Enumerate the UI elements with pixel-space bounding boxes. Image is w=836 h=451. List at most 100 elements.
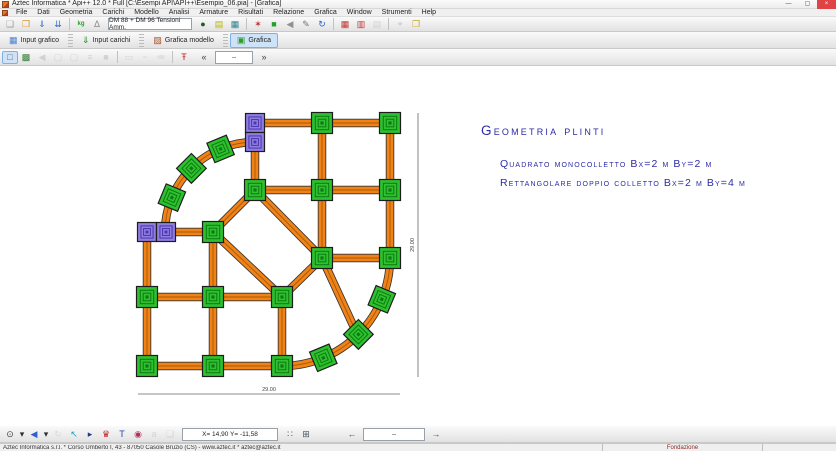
close-button[interactable]: × [817, 0, 836, 9]
next-view-button[interactable]: » [256, 51, 272, 64]
plinth[interactable] [203, 356, 224, 377]
previous-view-button[interactable]: ◀ [26, 428, 42, 441]
plinth[interactable] [246, 114, 265, 133]
menu-window[interactable]: Window [342, 9, 377, 17]
menu-help[interactable]: Help [417, 9, 441, 17]
plinth[interactable] [246, 133, 265, 152]
menu-dati[interactable]: Dati [32, 9, 54, 17]
fly-icon: ▸ [88, 430, 93, 439]
save-file-button[interactable]: ⇓ [34, 18, 50, 31]
menu-relazione[interactable]: Relazione [268, 9, 309, 17]
grid-mode-button[interactable]: ⊞ [298, 428, 314, 441]
save-all-icon: ⇊ [54, 20, 62, 29]
drawing-canvas[interactable]: 29.0029.00 Geometria plinti Quadrato mon… [0, 66, 836, 426]
edit-grid-button[interactable]: ✎ [298, 18, 314, 31]
plinth[interactable] [312, 180, 333, 201]
menu-file[interactable]: File [11, 9, 32, 17]
save-all-button[interactable]: ⇊ [50, 18, 66, 31]
menu-geometria[interactable]: Geometria [55, 9, 98, 17]
norm-selector[interactable]: DM 88 + DM 96 Tensioni Amm. [108, 18, 192, 30]
material-colors-icon: ● [200, 20, 205, 29]
plinth[interactable] [138, 223, 157, 242]
plinth[interactable] [272, 356, 293, 377]
view-legend-icon: ▩ [22, 53, 31, 62]
select-square-button[interactable]: □ [2, 51, 18, 64]
print-area-button: ❏ [162, 428, 178, 441]
toolbar-separator [172, 51, 173, 63]
norms-button[interactable]: Δ [89, 18, 105, 31]
rebar-list-button[interactable]: ▥ [353, 18, 369, 31]
plinth[interactable] [203, 222, 224, 243]
menu-carichi[interactable]: Carichi [97, 9, 129, 17]
company-info: Aztec Informatica s.r.l. * Corso Umberto… [0, 445, 602, 451]
tab-input-grafico[interactable]: ▦Input grafico [2, 33, 66, 48]
menu-risultati[interactable]: Risultati [233, 9, 268, 17]
foundation-plan-drawing: 29.0029.00 [0, 66, 836, 426]
sphere-button[interactable]: ◉ [130, 428, 146, 441]
mesh-colors-button[interactable]: ▦ [227, 18, 243, 31]
fly-button[interactable]: ▸ [82, 428, 98, 441]
toolbar-main: ❏❒⇓⇊kgΔ DM 88 + DM 96 Tensioni Amm. ●▤▦✶… [0, 17, 836, 32]
label-icon: a [151, 430, 156, 439]
crown-button[interactable]: ♛ [98, 428, 114, 441]
plinth[interactable] [207, 135, 234, 162]
input-grafico-icon: ▦ [9, 36, 18, 45]
plinth[interactable] [157, 223, 176, 242]
menu-armature[interactable]: Armature [194, 9, 233, 17]
maximize-button[interactable]: ▢ [798, 0, 817, 9]
menu-strumenti[interactable]: Strumenti [377, 9, 417, 17]
view-selector[interactable]: -- [215, 51, 253, 64]
new-file-button[interactable]: ❏ [2, 18, 18, 31]
plinth[interactable] [158, 184, 185, 211]
zoom-button[interactable]: ⊙ [2, 428, 18, 441]
element-selector[interactable]: -- [363, 428, 425, 441]
plinth[interactable] [380, 113, 401, 134]
plinth[interactable] [137, 287, 158, 308]
menu-grafica[interactable]: Grafica [309, 9, 342, 17]
tab-grafica[interactable]: ▣Grafica [230, 33, 278, 48]
plinth[interactable] [203, 287, 224, 308]
zoom-icon: ⊙ [6, 430, 14, 439]
next-plinth-button[interactable]: → [428, 428, 444, 441]
select-square-icon: □ [7, 53, 12, 62]
plinth-spec-square: Quadrato monocolletto Bx=2 m By=2 m [500, 158, 712, 170]
plinth[interactable] [312, 248, 333, 269]
notes-button[interactable]: ❐ [408, 18, 424, 31]
prev-plinth-button[interactable]: ← [344, 428, 360, 441]
plinth[interactable] [380, 180, 401, 201]
view-legend-button[interactable]: ▩ [18, 51, 34, 64]
previous-view-arrow-icon: ▾ [44, 430, 49, 439]
tab-input-carichi[interactable]: ⇓Input carichi [75, 33, 137, 48]
previous-view-arrow-button[interactable]: ▾ [42, 428, 50, 441]
plinth[interactable] [272, 287, 293, 308]
plinth-symbol-button[interactable]: Ŧ [176, 51, 192, 64]
prev-view-button[interactable]: « [196, 51, 212, 64]
plinth[interactable] [310, 344, 337, 371]
sound-button[interactable]: ◀ [282, 18, 298, 31]
layer-colors-button[interactable]: ▤ [211, 18, 227, 31]
units-button[interactable]: kg [73, 18, 89, 31]
refresh-view-button[interactable]: ↻ [314, 18, 330, 31]
rebar-table-button[interactable]: ▦ [337, 18, 353, 31]
annotation-button: ≔ [153, 51, 169, 64]
coords-mode-button[interactable]: ∷ [282, 428, 298, 441]
plinth-view-button[interactable]: ■ [266, 18, 282, 31]
print-area-icon: ❏ [166, 430, 174, 439]
plinth[interactable] [368, 286, 395, 313]
plinth[interactable] [380, 248, 401, 269]
zoom-menu-arrow-button[interactable]: ▾ [18, 428, 26, 441]
text-tool-button[interactable]: T [114, 428, 130, 441]
dynamic-pan-button[interactable]: ↖ [66, 428, 82, 441]
plinth[interactable] [312, 113, 333, 134]
minimize-button[interactable]: — [779, 0, 798, 9]
label-button: a [146, 428, 162, 441]
plinth[interactable] [245, 180, 266, 201]
window-title: Aztec Informatica * Api++ 12.0 * Full [C… [12, 0, 281, 8]
menu-analisi[interactable]: Analisi [164, 9, 195, 17]
material-colors-button[interactable]: ● [195, 18, 211, 31]
menu-modello[interactable]: Modello [129, 9, 164, 17]
tab-grafica-modello[interactable]: ▨Grafica modello [146, 33, 221, 48]
find-button[interactable]: ✶ [250, 18, 266, 31]
plinth[interactable] [137, 356, 158, 377]
open-file-button[interactable]: ❒ [18, 18, 34, 31]
